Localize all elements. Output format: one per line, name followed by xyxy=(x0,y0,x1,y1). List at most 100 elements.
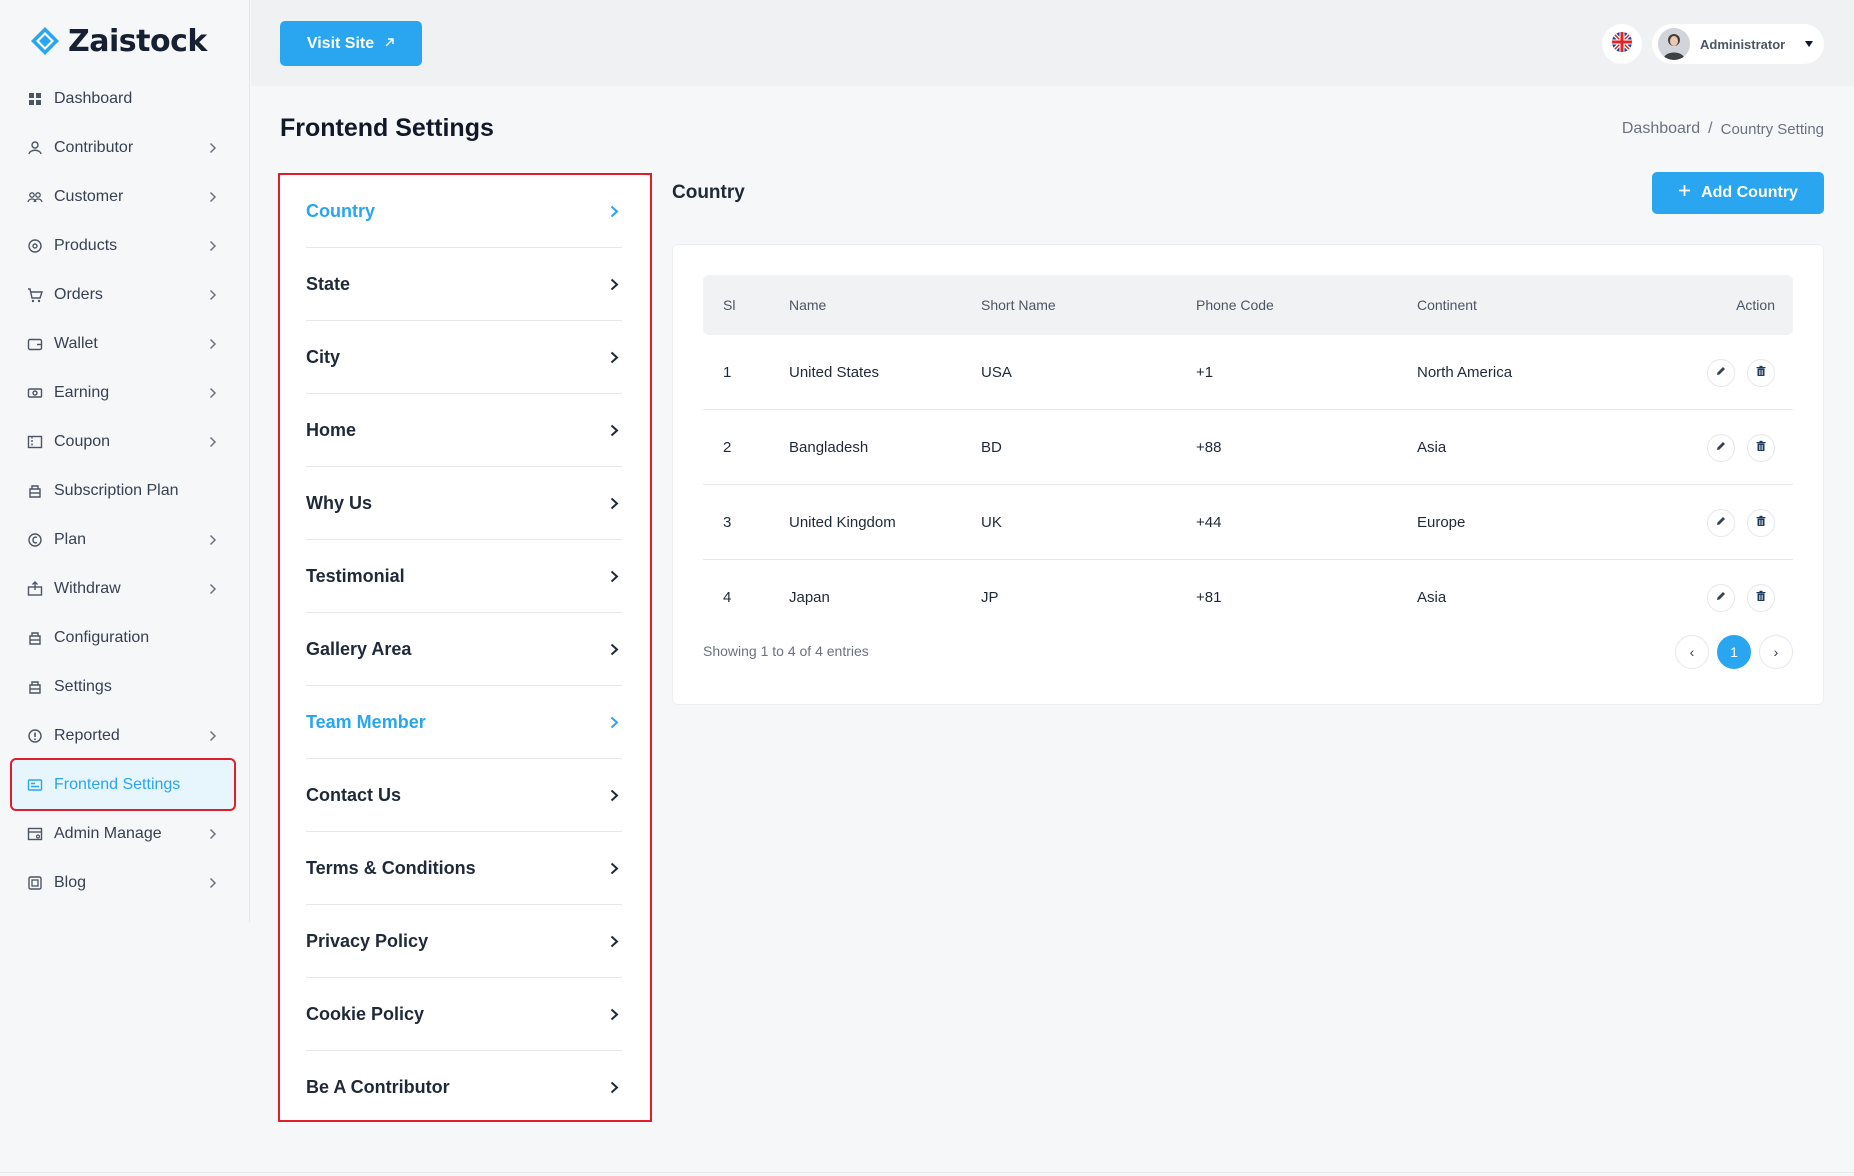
pencil-icon xyxy=(1715,514,1727,531)
dashboard-icon xyxy=(26,90,44,108)
settings-menu-item-privacy-policy[interactable]: Privacy Policy xyxy=(306,905,622,978)
settings-menu-item-team-member[interactable]: Team Member xyxy=(306,686,622,759)
table-header: Sl Name Short Name Phone Code Continent … xyxy=(703,275,1793,335)
chevron-right-icon xyxy=(206,876,220,890)
table-row: 3 United Kingdom UK +44 Europe xyxy=(703,485,1793,560)
settings-menu-item-gallery-area[interactable]: Gallery Area xyxy=(306,613,622,686)
sidebar-item-customer[interactable]: Customer xyxy=(12,172,234,221)
sidebar-nav: Dashboard Contributor Customer Products Orde… xyxy=(10,74,236,907)
settings-icon xyxy=(26,678,44,696)
chevron-right-icon xyxy=(606,860,622,876)
sidebar-item-dashboard[interactable]: Dashboard xyxy=(12,74,234,123)
sidebar-item-label: Withdraw xyxy=(54,579,121,597)
chevron-right-icon xyxy=(206,239,220,253)
breadcrumb-dashboard[interactable]: Dashboard xyxy=(1622,120,1700,138)
sidebar-item-label: Subscription Plan xyxy=(54,481,179,499)
table-row: 4 Japan JP +81 Asia xyxy=(703,560,1793,635)
delete-button[interactable] xyxy=(1747,508,1775,537)
settings-menu-label: Testimonial xyxy=(306,565,405,586)
settings-menu-item-city[interactable]: City xyxy=(306,321,622,394)
settings-menu-label: City xyxy=(306,346,341,367)
edit-button[interactable] xyxy=(1707,508,1735,537)
caret-down-icon xyxy=(1804,39,1814,49)
settings-menu-item-why-us[interactable]: Why Us xyxy=(306,467,622,540)
chevron-right-icon xyxy=(206,190,220,204)
language-selector[interactable] xyxy=(1602,24,1642,64)
sidebar-item-wallet[interactable]: Wallet xyxy=(12,319,234,368)
sidebar-item-label: Contributor xyxy=(54,138,134,156)
cell-short-name: UK xyxy=(981,514,1002,531)
settings-menu-item-contact-us[interactable]: Contact Us xyxy=(306,759,622,832)
settings-menu-label: Why Us xyxy=(306,492,373,513)
sidebar-item-settings[interactable]: Settings xyxy=(12,662,234,711)
settings-menu-item-state[interactable]: State xyxy=(306,248,622,321)
delete-button[interactable] xyxy=(1747,358,1775,387)
sidebar-item-contributor[interactable]: Contributor xyxy=(12,123,234,172)
cell-action xyxy=(1695,335,1775,410)
earning-icon xyxy=(26,384,44,402)
external-link-icon xyxy=(384,35,395,53)
trash-icon xyxy=(1755,589,1767,606)
chevron-right-icon xyxy=(606,276,622,292)
cell-name: Bangladesh xyxy=(789,439,869,456)
settings-menu-item-country[interactable]: Country xyxy=(306,175,622,248)
pencil-icon xyxy=(1715,364,1727,381)
section-title: Country xyxy=(672,182,745,203)
sidebar-item-plan[interactable]: Plan xyxy=(12,515,234,564)
table-row: 2 Bangladesh BD +88 Asia xyxy=(703,410,1793,485)
sidebar-item-coupon[interactable]: Coupon xyxy=(12,417,234,466)
delete-button[interactable] xyxy=(1747,433,1775,462)
settings-menu-item-terms-conditions[interactable]: Terms & Conditions xyxy=(306,832,622,905)
chevron-right-icon xyxy=(606,495,622,511)
chevron-right-icon xyxy=(606,933,622,949)
sidebar-item-reported[interactable]: Reported xyxy=(12,711,234,760)
chevron-right-icon xyxy=(206,435,220,449)
trash-icon xyxy=(1755,364,1767,381)
settings-menu-label: State xyxy=(306,273,351,294)
sidebar-item-configuration[interactable]: Configuration xyxy=(12,613,234,662)
sidebar-item-products[interactable]: Products xyxy=(12,221,234,270)
admin-icon xyxy=(26,825,44,843)
edit-button[interactable] xyxy=(1707,583,1735,612)
pagination-next-button[interactable]: › xyxy=(1759,635,1793,669)
visit-site-label: Visit Site xyxy=(306,34,375,52)
settings-menu-item-home[interactable]: Home xyxy=(306,394,622,467)
pagination-page-button[interactable]: 1 xyxy=(1717,635,1751,669)
sidebar-item-admin-manage[interactable]: Admin Manage xyxy=(12,809,234,858)
sidebar-item-subscription-plan[interactable]: Subscription Plan xyxy=(12,466,234,515)
sidebar-item-earning[interactable]: Earning xyxy=(12,368,234,417)
cell-continent: Europe xyxy=(1417,514,1466,531)
edit-button[interactable] xyxy=(1707,358,1735,387)
visit-site-button[interactable]: Visit Site xyxy=(280,21,422,66)
breadcrumb-current: Country Setting xyxy=(1720,120,1824,138)
brand-name: Zaistock xyxy=(68,23,207,59)
table-footer-info: Showing 1 to 4 of 4 entries xyxy=(703,643,869,659)
cell-phone-code: +44 xyxy=(1196,514,1222,531)
settings-menu-item-be-a-contributor[interactable]: Be A Contributor xyxy=(306,1051,622,1124)
delete-button[interactable] xyxy=(1747,583,1775,612)
chevron-right-icon xyxy=(606,787,622,803)
sidebar-item-label: Plan xyxy=(54,530,87,548)
cell-phone-code: +81 xyxy=(1196,589,1222,606)
cell-continent: Asia xyxy=(1417,439,1447,456)
edit-button[interactable] xyxy=(1707,433,1735,462)
user-menu[interactable]: Administrator xyxy=(1652,24,1824,64)
sidebar-item-blog[interactable]: Blog xyxy=(12,858,234,907)
settings-menu-item-testimonial[interactable]: Testimonial xyxy=(306,540,622,613)
column-short-name: Short Name xyxy=(981,297,1056,313)
column-action: Action xyxy=(1736,297,1775,313)
settings-menu-item-cookie-policy[interactable]: Cookie Policy xyxy=(306,978,622,1051)
pagination-prev-button[interactable]: ‹ xyxy=(1675,635,1709,669)
sidebar-item-frontend-settings[interactable]: Frontend Settings xyxy=(10,758,236,811)
add-country-button[interactable]: Add Country xyxy=(1652,172,1824,214)
reported-icon xyxy=(26,727,44,745)
cell-continent: North America xyxy=(1417,364,1513,381)
sidebar-item-withdraw[interactable]: Withdraw xyxy=(12,564,234,613)
chevron-right-icon xyxy=(606,349,622,365)
cell-sl: 4 xyxy=(723,589,732,606)
sidebar-item-label: Products xyxy=(54,236,118,254)
brand-logo[interactable]: Zaistock xyxy=(30,22,207,60)
sidebar-item-orders[interactable]: Orders xyxy=(12,270,234,319)
cell-name: United Kingdom xyxy=(789,514,896,531)
sidebar-item-label: Blog xyxy=(54,873,87,891)
